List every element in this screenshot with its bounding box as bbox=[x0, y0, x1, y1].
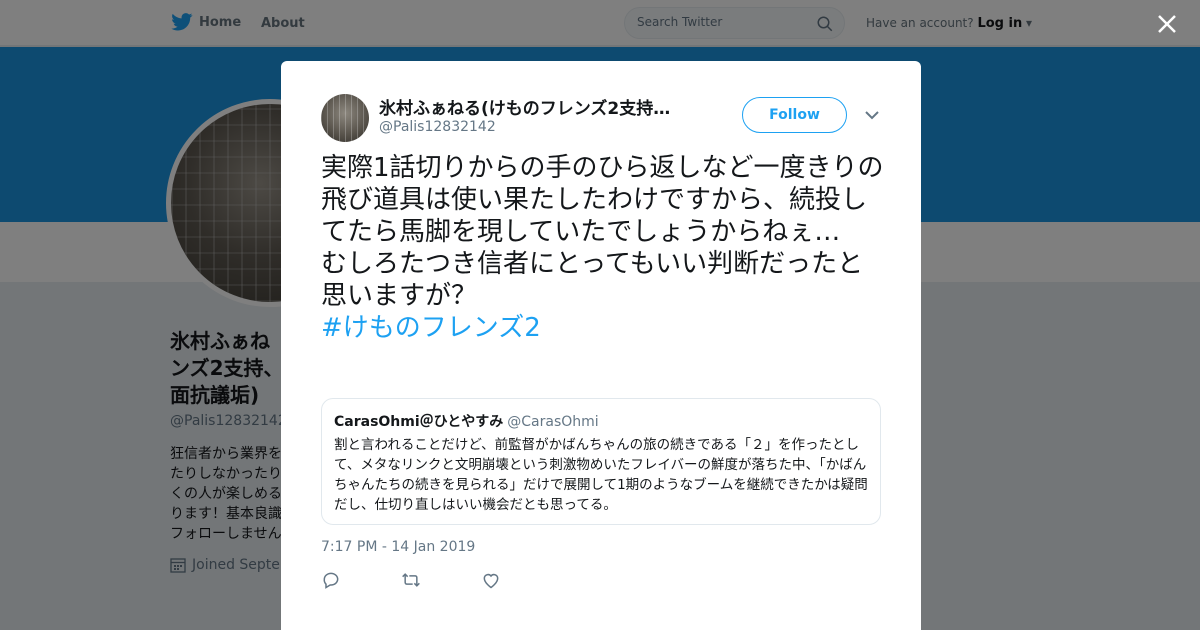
author-avatar[interactable] bbox=[321, 94, 369, 142]
quoted-author-handle: @CarasOhmi bbox=[507, 414, 599, 430]
quoted-header: CarasOhmi＠ひとやすみ @CarasOhmi bbox=[334, 411, 868, 431]
tweet-body: 実際1話切りからの手のひら返しなど一度きりの飛び道具は使い果たしたわけですから、… bbox=[321, 153, 884, 311]
tweet-modal: 氷村ふぁねる(けものフレンズ2支持… @Palis12832142 Follow… bbox=[281, 61, 921, 630]
tweet-timestamp[interactable]: 7:17 PM - 14 Jan 2019 bbox=[321, 539, 475, 555]
retweet-icon[interactable] bbox=[401, 570, 421, 590]
close-icon[interactable] bbox=[1155, 12, 1179, 36]
heart-icon[interactable] bbox=[481, 570, 501, 590]
quoted-tweet[interactable]: CarasOhmi＠ひとやすみ @CarasOhmi 割と言われることだけど、前監… bbox=[321, 398, 881, 525]
quoted-author-name: CarasOhmi＠ひとやすみ bbox=[334, 414, 504, 430]
reply-icon[interactable] bbox=[321, 570, 341, 590]
quoted-text: 割と言われることだけど、前監督がかばんちゃんの旅の続きである「２」を作ったとして… bbox=[334, 437, 868, 513]
follow-button[interactable]: Follow bbox=[742, 97, 847, 133]
author-handle[interactable]: @Palis12832142 bbox=[379, 119, 496, 135]
tweet-text: 実際1話切りからの手のひら返しなど一度きりの飛び道具は使い果たしたわけですから、… bbox=[321, 152, 886, 344]
chevron-down-icon[interactable] bbox=[864, 108, 880, 122]
hashtag-link[interactable]: #けものフレンズ2 bbox=[321, 312, 886, 344]
tweet-actions bbox=[321, 570, 501, 590]
author-name[interactable]: 氷村ふぁねる(けものフレンズ2支持… bbox=[379, 94, 689, 119]
